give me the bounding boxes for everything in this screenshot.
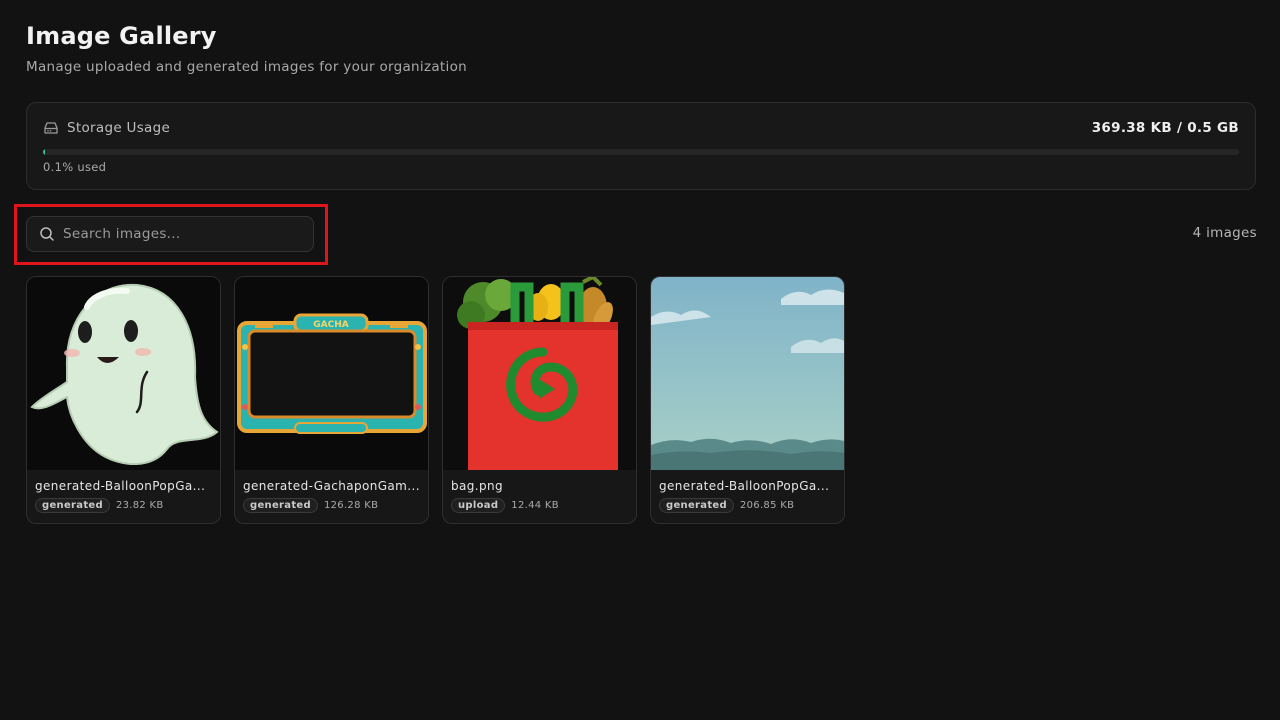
image-file-name: generated-BalloonPopGa...: [659, 479, 830, 493]
image-file-size: 12.44 KB: [511, 500, 559, 511]
image-type-badge: generated: [243, 498, 318, 513]
storage-label: Storage Usage: [67, 120, 171, 136]
image-file-name: generated-GachaponGam...: [243, 479, 420, 493]
search-input[interactable]: [63, 226, 313, 242]
image-file-size: 126.28 KB: [323, 500, 379, 511]
gacha-title-text: GACHA: [313, 320, 348, 330]
storage-header: Storage Usage: [43, 120, 170, 136]
image-thumbnail-grocery-bag[interactable]: [443, 277, 636, 470]
storage-used-text: 0.1% used: [43, 160, 107, 174]
image-thumbnail-gacha-frame[interactable]: GACHA: [235, 277, 428, 470]
image-thumbnail-ghost[interactable]: [27, 277, 220, 470]
image-card[interactable]: bag.png upload 12.44 KB: [442, 276, 637, 524]
hard-drive-icon: [43, 121, 59, 135]
image-file-name: generated-BalloonPopGa...: [35, 479, 206, 493]
image-type-badge: generated: [35, 498, 110, 513]
storage-usage-card: Storage Usage 369.38 KB / 0.5 GB 0.1% us…: [26, 102, 1256, 190]
storage-progress-fill: [43, 149, 45, 155]
image-card[interactable]: generated-BalloonPopGa... generated 206.…: [650, 276, 845, 524]
image-gallery-page: Image Gallery Manage uploaded and genera…: [0, 0, 1280, 720]
image-type-badge: generated: [659, 498, 734, 513]
storage-value: 369.38 KB / 0.5 GB: [1091, 120, 1239, 136]
image-file-name: bag.png: [451, 479, 504, 493]
search-icon: [39, 226, 55, 242]
page-title: Image Gallery: [26, 22, 217, 50]
storage-progress-bar: [43, 149, 1239, 155]
image-card[interactable]: GACHA generated-GachaponGam... generated…: [234, 276, 429, 524]
image-thumbnail-landscape[interactable]: [651, 277, 844, 470]
image-file-size: 206.85 KB: [739, 500, 795, 511]
image-card[interactable]: generated-BalloonPopGa... generated 23.8…: [26, 276, 221, 524]
page-subtitle: Manage uploaded and generated images for…: [26, 59, 467, 75]
image-file-size: 23.82 KB: [115, 500, 164, 511]
image-type-badge: upload: [451, 498, 506, 513]
image-grid: generated-BalloonPopGa... generated 23.8…: [26, 276, 845, 524]
search-box[interactable]: [26, 216, 314, 252]
image-count: 4 images: [1192, 225, 1257, 241]
